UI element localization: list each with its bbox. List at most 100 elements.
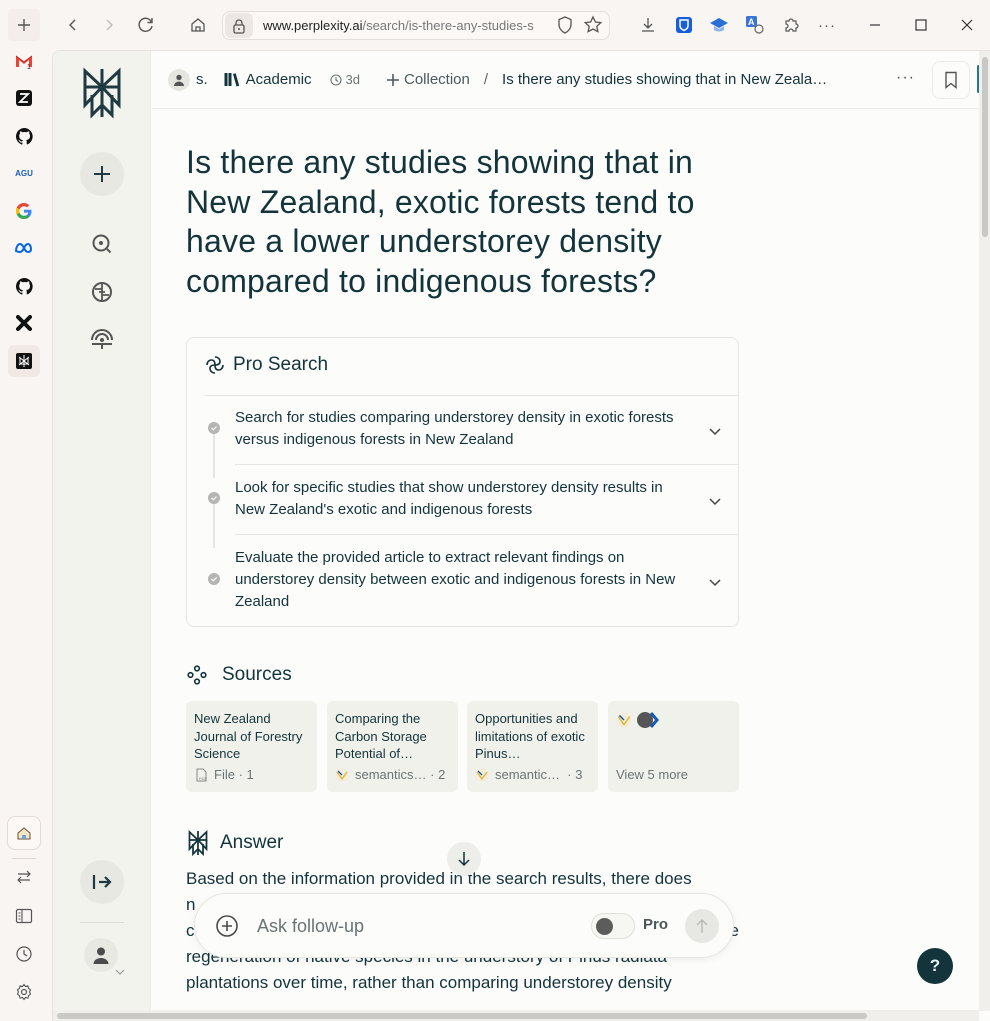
expand-sidebar-button[interactable]: [80, 860, 124, 904]
chevron-right-icon: [106, 19, 113, 31]
new-thread-button[interactable]: [80, 152, 124, 196]
sidebar-item-library[interactable]: [88, 325, 116, 353]
new-tab-button[interactable]: [8, 9, 40, 41]
sidebar-site-google[interactable]: [8, 195, 40, 227]
add-to-collection-button[interactable]: Collection: [386, 71, 470, 88]
academic-extension[interactable]: [703, 9, 735, 41]
perplexity-icon: [16, 353, 32, 369]
sidebar-settings-button[interactable]: [8, 976, 40, 1008]
sidebar-history-button[interactable]: [8, 938, 40, 970]
forward-button[interactable]: [93, 9, 125, 41]
source-index: · 1: [238, 767, 254, 782]
sidebar-item-discover[interactable]: [88, 230, 116, 258]
submit-button[interactable]: [685, 909, 719, 943]
home-button[interactable]: [182, 9, 214, 41]
extensions-button[interactable]: [775, 9, 807, 41]
account-menu-chevron[interactable]: [115, 963, 125, 981]
vertical-scrollbar[interactable]: [979, 51, 990, 1011]
sidebar-sync-button[interactable]: [8, 861, 40, 893]
view-more-sources-card[interactable]: View 5 more: [608, 701, 739, 792]
close-window-button[interactable]: [951, 9, 983, 41]
author-name[interactable]: s.: [196, 71, 208, 88]
source-meta: semantics… · 2: [335, 767, 445, 782]
sidebar-home-button[interactable]: [7, 816, 41, 850]
more-source-icons: [616, 710, 731, 730]
help-button[interactable]: ?: [917, 948, 953, 984]
bookmark-button[interactable]: [932, 61, 970, 99]
sidebar-site-meta[interactable]: [8, 232, 40, 264]
chevron-down-icon[interactable]: [707, 423, 723, 439]
site-info-button[interactable]: [225, 13, 253, 38]
thread-more-button[interactable]: ···: [896, 69, 915, 87]
scroll-to-bottom-button[interactable]: [447, 842, 481, 876]
maximize-button[interactable]: [905, 9, 937, 41]
downloads-button[interactable]: [632, 9, 664, 41]
divider: [205, 395, 739, 396]
minimize-icon: [870, 24, 880, 26]
vertical-scrollbar-thumb[interactable]: [982, 57, 988, 237]
semantic-scholar-icon: [616, 712, 632, 728]
breadcrumb-separator: /: [483, 71, 489, 88]
sidebar-site-agu[interactable]: AGU: [8, 157, 40, 189]
sidebar-site-zotero[interactable]: [8, 82, 40, 114]
library-books-icon: [224, 73, 239, 87]
svg-text:A: A: [748, 17, 755, 27]
favorite-star-icon[interactable]: [583, 15, 603, 35]
sidebar-panel-icon: [15, 908, 33, 924]
pro-search-card: Pro Search Search for studies comparing …: [186, 337, 739, 627]
sidebar-site-perplexity[interactable]: [8, 345, 40, 377]
answer-header: Answer: [186, 830, 283, 856]
page-viewport: s. Academic 3d Collection / Is there any…: [52, 50, 990, 1021]
attach-button[interactable]: [215, 914, 239, 938]
bookmark-icon: [945, 71, 957, 89]
address-bar[interactable]: www.perplexity.ai/search/is-there-any-st…: [222, 11, 610, 40]
source-meta: semantic… · 3: [475, 767, 582, 782]
sidebar-item-spaces[interactable]: [88, 278, 116, 306]
author-avatar[interactable]: [168, 68, 190, 91]
close-icon: [961, 19, 973, 31]
step-text: Search for studies comparing understorey…: [235, 409, 674, 448]
zotero-icon: [16, 90, 32, 106]
tracking-shield-icon[interactable]: [555, 15, 575, 35]
divider: [235, 534, 739, 535]
chevron-down-icon[interactable]: [707, 574, 723, 590]
chevron-down-icon[interactable]: [707, 493, 723, 509]
reload-button[interactable]: [130, 9, 162, 41]
minimize-button[interactable]: [859, 9, 891, 41]
focus-academic[interactable]: Academic: [224, 71, 312, 88]
browser-toolbar: www.perplexity.ai/search/is-there-any-st…: [0, 0, 990, 50]
perplexity-logo[interactable]: [79, 67, 125, 119]
sidebar-site-github-2[interactable]: [8, 270, 40, 302]
horizontal-scrollbar-thumb[interactable]: [57, 1013, 867, 1019]
bitwarden-extension[interactable]: [668, 9, 700, 41]
step-text: Evaluate the provided article to extract…: [235, 549, 676, 610]
search-focus-icon: [92, 234, 112, 254]
source-meta: PDF File · 1: [194, 767, 254, 782]
follow-up-bar: Pro: [194, 893, 734, 958]
translate-extension[interactable]: A: [739, 9, 771, 41]
pro-toggle[interactable]: [591, 913, 635, 939]
sidebar-site-gmail[interactable]: 1: [8, 45, 40, 77]
sidebar-site-github[interactable]: [8, 120, 40, 152]
url-text[interactable]: www.perplexity.ai/search/is-there-any-st…: [263, 18, 551, 33]
perplexity-answer-icon: [188, 830, 208, 856]
horizontal-scrollbar[interactable]: [53, 1010, 979, 1021]
source-title: New Zealand Journal of Forestry Science: [194, 711, 303, 761]
sidebar-reading-view-button[interactable]: [8, 900, 40, 932]
follow-up-input[interactable]: [257, 912, 577, 940]
arrow-down-icon: [458, 852, 470, 867]
step-check-icon: [208, 422, 220, 434]
plus-icon: [387, 73, 399, 86]
source-card[interactable]: Comparing the Carbon Storage Potential o…: [327, 701, 458, 792]
source-card[interactable]: New Zealand Journal of Forestry Science …: [186, 701, 317, 792]
source-card[interactable]: Opportunities and limitations of exotic …: [467, 701, 598, 792]
clock-icon: [329, 73, 342, 86]
thread-header: s. Academic 3d Collection / Is there any…: [152, 51, 990, 109]
account-avatar[interactable]: [84, 938, 118, 972]
thread-title[interactable]: Is there any studies showing that in New…: [502, 71, 852, 88]
back-button[interactable]: [57, 9, 89, 41]
browser-menu-button[interactable]: ···: [811, 9, 843, 41]
home-icon: [17, 827, 31, 840]
perplexity-logo-icon: [83, 67, 121, 119]
sidebar-site-x[interactable]: [8, 307, 40, 339]
